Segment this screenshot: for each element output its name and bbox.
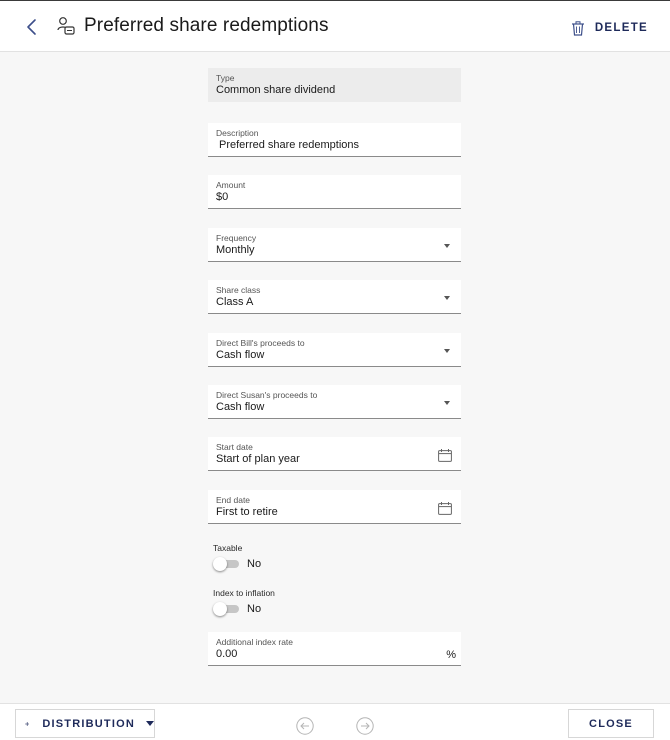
type-value: Common share dividend xyxy=(216,84,336,96)
direct-susan-proceeds-select[interactable]: Direct Susan's proceeds to Cash flow xyxy=(208,385,461,419)
footer-bar: DISTRIBUTION CLOSE xyxy=(0,703,670,740)
end-date-value: First to retire xyxy=(216,506,278,518)
type-field: Type Common share dividend xyxy=(208,68,461,102)
dropdown-arrow-icon xyxy=(444,401,450,405)
type-label: Type xyxy=(216,73,235,83)
distribution-label: DISTRIBUTION xyxy=(42,717,135,730)
direct-susan-proceeds-value: Cash flow xyxy=(216,401,265,413)
description-label: Description xyxy=(216,128,259,138)
index-to-inflation-label: Index to inflation xyxy=(213,588,275,598)
back-button[interactable] xyxy=(22,15,42,39)
additional-index-rate-value: 0.00 xyxy=(216,648,238,660)
dropdown-arrow-icon xyxy=(444,244,450,248)
start-date-value: Start of plan year xyxy=(216,453,300,465)
end-date-label: End date xyxy=(216,495,251,505)
frequency-select[interactable]: Frequency Monthly xyxy=(208,228,461,262)
arrow-left-circle-icon[interactable] xyxy=(296,717,314,735)
frequency-label: Frequency xyxy=(216,233,257,243)
taxable-label: Taxable xyxy=(213,543,243,553)
direct-bill-proceeds-value: Cash flow xyxy=(216,349,265,361)
dropdown-arrow-icon xyxy=(444,349,450,353)
close-button[interactable]: CLOSE xyxy=(568,709,654,738)
arrow-right-circle-icon[interactable] xyxy=(356,717,374,735)
direct-bill-proceeds-select[interactable]: Direct Bill's proceeds to Cash flow xyxy=(208,333,461,367)
share-class-label: Share class xyxy=(216,285,261,295)
calendar-icon[interactable] xyxy=(438,449,452,462)
delete-button[interactable]: DELETE xyxy=(571,18,648,38)
start-date-label: Start date xyxy=(216,442,253,452)
amount-label: Amount xyxy=(216,180,246,190)
page-title: Preferred share redemptions xyxy=(84,15,329,36)
amount-field[interactable]: Amount $0 xyxy=(208,175,461,209)
description-value: Preferred share redemptions xyxy=(219,139,360,151)
delete-label: DELETE xyxy=(594,22,648,34)
dropdown-arrow-icon xyxy=(444,296,450,300)
amount-value: $0 xyxy=(216,191,229,203)
header-bar: Preferred share redemptions DELETE xyxy=(0,1,670,52)
plus-icon xyxy=(25,721,30,726)
additional-index-rate-field[interactable]: Additional index rate 0.00 % xyxy=(208,632,461,666)
additional-index-rate-label: Additional index rate xyxy=(216,637,294,647)
index-to-inflation-value: No xyxy=(247,603,262,615)
calendar-icon[interactable] xyxy=(438,502,452,515)
start-date-field[interactable]: Start date Start of plan year xyxy=(208,437,461,471)
index-to-inflation-toggle[interactable] xyxy=(213,602,239,616)
description-field[interactable]: Description Preferred share redemptions xyxy=(208,123,461,157)
close-label: CLOSE xyxy=(589,717,633,730)
share-class-value: Class A xyxy=(216,296,254,308)
toggle-knob xyxy=(213,557,227,571)
chevron-left-icon xyxy=(27,19,36,35)
direct-bill-proceeds-label: Direct Bill's proceeds to xyxy=(216,338,305,348)
frequency-value: Monthly xyxy=(216,244,255,256)
percent-unit: % xyxy=(446,649,456,661)
taxable-value: No xyxy=(247,558,262,570)
toggle-knob xyxy=(213,602,227,616)
distribution-button[interactable]: DISTRIBUTION xyxy=(15,709,155,738)
person-share-icon xyxy=(56,15,76,37)
dropdown-arrow-icon xyxy=(146,721,154,726)
direct-susan-proceeds-label: Direct Susan's proceeds to xyxy=(216,390,318,400)
trash-icon xyxy=(571,20,584,36)
end-date-field[interactable]: End date First to retire xyxy=(208,490,461,524)
share-class-select[interactable]: Share class Class A xyxy=(208,280,461,314)
taxable-toggle[interactable] xyxy=(213,557,239,571)
